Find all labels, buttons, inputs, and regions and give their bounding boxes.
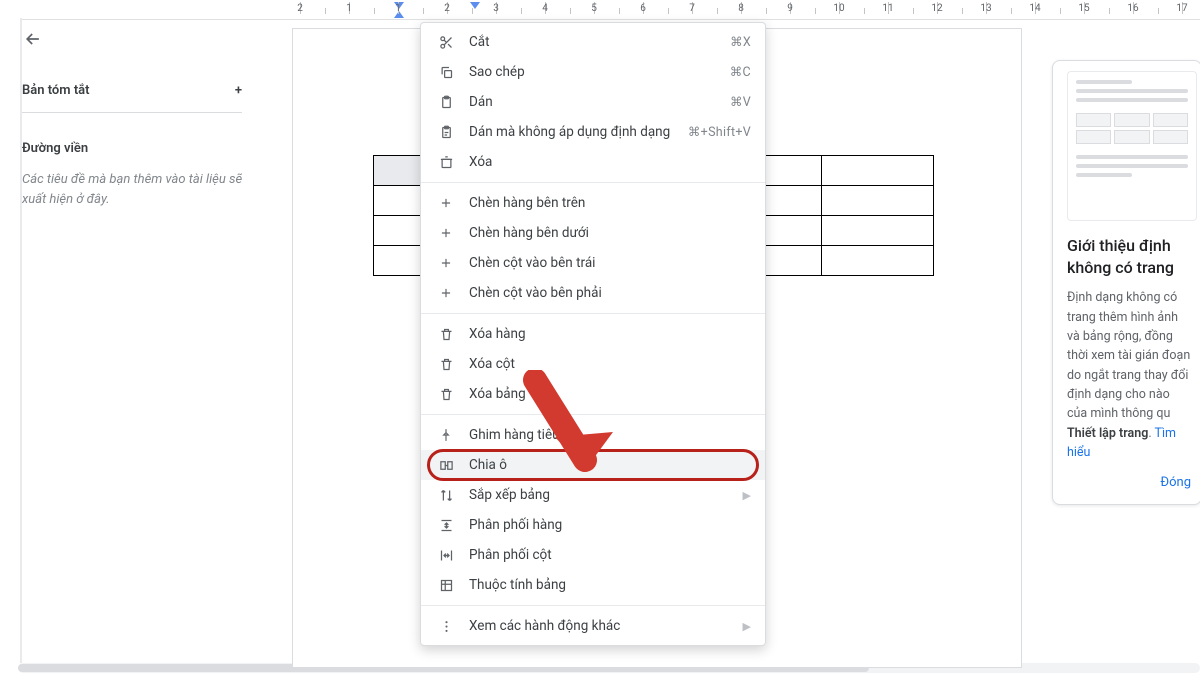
more-icon [435,619,457,634]
menu-item-dist-col[interactable]: Phân phối cột [421,540,765,570]
info-thumbnail [1067,71,1197,221]
trash-icon [435,357,457,372]
menu-item-label: Dán [469,94,730,110]
menu-item-label: Cắt [469,34,730,50]
menu-item-label: Chèn hàng bên trên [469,195,751,211]
menu-item-plus[interactable]: Chèn hàng bên trên [421,188,765,218]
plus-icon [435,196,457,210]
menu-item-label: Sắp xếp bảng [469,487,743,503]
menu-item-trash[interactable]: Xóa bảng [421,379,765,409]
dist-col-icon [435,548,457,563]
trash-icon [435,327,457,342]
outline-heading: Đường viền [22,141,272,156]
vertical-ruler [6,18,22,663]
submenu-arrow-icon: ▶ [743,620,751,633]
menu-item-paste[interactable]: Dán⌘V [421,87,765,117]
menu-item-dist-row[interactable]: Phân phối hàng [421,510,765,540]
plus-icon [435,286,457,300]
menu-item-label: Xóa hàng [469,326,751,342]
menu-item-delete[interactable]: Xóa [421,147,765,177]
menu-shortcut: ⌘+Shift+V [688,124,751,140]
menu-item-label: Phân phối cột [469,547,751,563]
menu-item-more[interactable]: Xem các hành động khác▶ [421,611,765,641]
sort-icon [435,488,457,503]
paste-plain-icon [435,125,457,140]
table-props-icon [435,578,457,593]
cut-icon [435,35,457,50]
horizontal-ruler: 21123456789101112131415161718 [20,2,1200,20]
copy-icon [435,65,457,80]
menu-shortcut: ⌘X [730,34,751,50]
menu-item-paste-plain[interactable]: Dán mà không áp dụng định dạng⌘+Shift+V [421,117,765,147]
menu-item-trash[interactable]: Xóa hàng [421,319,765,349]
info-card: Giới thiệu định không có trang Định dạng… [1052,60,1200,505]
dist-row-icon [435,518,457,533]
menu-item-label: Xóa cột [469,356,751,372]
menu-item-split[interactable]: Chia ô [421,450,765,480]
menu-shortcut: ⌘V [730,94,751,110]
outline-panel: Bản tóm tắt + Đường viền Các tiêu đề mà … [22,28,272,209]
menu-item-sort[interactable]: Sắp xếp bảng▶ [421,480,765,510]
context-menu: Cắt⌘XSao chép⌘CDán⌘VDán mà không áp dụng… [420,22,766,646]
menu-item-plus[interactable]: Chèn cột vào bên trái [421,248,765,278]
outline-hint: Các tiêu đề mà bạn thêm vào tài liệu sẽ … [22,170,252,209]
menu-shortcut: ⌘C [730,64,751,80]
menu-item-copy[interactable]: Sao chép⌘C [421,57,765,87]
menu-item-label: Chia ô [469,457,751,473]
menu-item-plus[interactable]: Chèn cột vào bên phải [421,278,765,308]
pin-icon [435,428,457,442]
info-close-link[interactable]: Đóng [1160,475,1191,490]
menu-item-trash[interactable]: Xóa cột [421,349,765,379]
paste-icon [435,95,457,110]
menu-item-label: Ghim hàng tiêu đề [469,427,751,443]
menu-item-label: Xem các hành động khác [469,618,743,634]
menu-item-label: Chèn cột vào bên trái [469,255,751,271]
menu-item-table-props[interactable]: Thuộc tính bảng [421,570,765,600]
delete-icon [435,155,457,170]
menu-item-cut[interactable]: Cắt⌘X [421,27,765,57]
menu-item-label: Thuộc tính bảng [469,577,751,593]
info-title: Giới thiệu định không có trang [1067,235,1191,278]
menu-item-label: Xóa bảng [469,386,751,402]
menu-item-label: Xóa [469,154,751,170]
split-icon [435,458,457,473]
menu-item-label: Chèn hàng bên dưới [469,225,751,241]
add-summary-icon[interactable]: + [235,84,242,97]
menu-item-plus[interactable]: Chèn hàng bên dưới [421,218,765,248]
info-body: Định dạng không có trang thêm hình ảnh v… [1067,288,1191,462]
summary-label[interactable]: Bản tóm tắt [22,83,90,98]
menu-item-label: Sao chép [469,64,730,80]
plus-icon [435,226,457,240]
submenu-arrow-icon: ▶ [743,489,751,502]
menu-item-label: Chèn cột vào bên phải [469,285,751,301]
plus-icon [435,256,457,270]
trash-icon [435,387,457,402]
menu-item-label: Dán mà không áp dụng định dạng [469,124,688,140]
menu-item-pin[interactable]: Ghim hàng tiêu đề [421,420,765,450]
back-arrow-icon[interactable] [22,28,44,50]
menu-item-label: Phân phối hàng [469,517,751,533]
